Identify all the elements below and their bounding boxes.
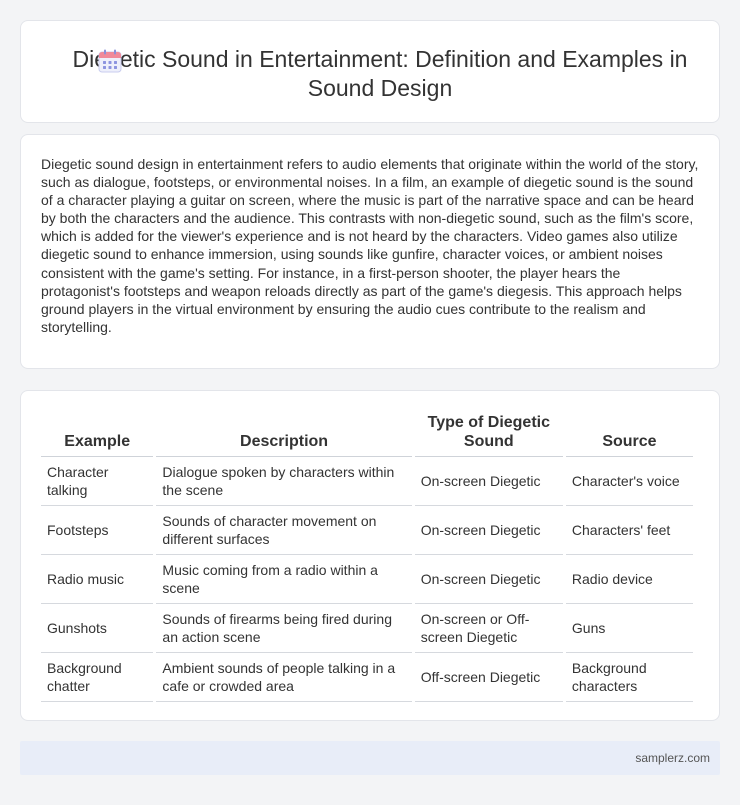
column-header-description: Description [156, 411, 412, 457]
column-header-source: Source [565, 411, 693, 457]
cell-description: Music coming from a radio within a scene [156, 555, 412, 604]
cell-type: On-screen Diegetic [414, 506, 563, 555]
table-card: Example Description Type of Diegetic Sou… [20, 390, 720, 721]
header: Diegetic Sound in Entertainment: Definit… [21, 45, 719, 103]
calendar-icon [98, 49, 122, 73]
intro-paragraph: Diegetic sound design in entertainment r… [41, 156, 699, 335]
header-card: Diegetic Sound in Entertainment: Definit… [20, 20, 720, 123]
examples-table: Example Description Type of Diegetic Sou… [38, 411, 696, 702]
table-row: Radio music Music coming from a radio wi… [41, 555, 693, 604]
cell-type: On-screen Diegetic [414, 555, 563, 604]
footer: samplerz.com [20, 741, 720, 775]
cell-description: Sounds of firearms being fired during an… [156, 604, 412, 653]
page-title: Diegetic Sound in Entertainment: Definit… [72, 46, 688, 101]
cell-source: Characters' feet [565, 506, 693, 555]
cell-type: On-screen or Off-screen Diegetic [414, 604, 563, 653]
intro-card: Diegetic sound design in entertainment r… [20, 134, 720, 369]
cell-example: Character talking [41, 457, 154, 506]
column-header-example: Example [41, 411, 154, 457]
cell-description: Sounds of character movement on differen… [156, 506, 412, 555]
cell-type: Off-screen Diegetic [414, 653, 563, 702]
cell-description: Ambient sounds of people talking in a ca… [156, 653, 412, 702]
table-row: Background chatter Ambient sounds of peo… [41, 653, 693, 702]
cell-example: Background chatter [41, 653, 154, 702]
cell-example: Footsteps [41, 506, 154, 555]
cell-description: Dialogue spoken by characters within the… [156, 457, 412, 506]
cell-source: Guns [565, 604, 693, 653]
cell-example: Radio music [41, 555, 154, 604]
cell-type: On-screen Diegetic [414, 457, 563, 506]
table-row: Gunshots Sounds of firearms being fired … [41, 604, 693, 653]
cell-source: Background characters [565, 653, 693, 702]
cell-example: Gunshots [41, 604, 154, 653]
table-row: Character talking Dialogue spoken by cha… [41, 457, 693, 506]
cell-source: Character's voice [565, 457, 693, 506]
footer-site-link[interactable]: samplerz.com [635, 751, 710, 765]
table-header-row: Example Description Type of Diegetic Sou… [41, 411, 693, 457]
cell-source: Radio device [565, 555, 693, 604]
table-row: Footsteps Sounds of character movement o… [41, 506, 693, 555]
column-header-type: Type of Diegetic Sound [414, 411, 563, 457]
